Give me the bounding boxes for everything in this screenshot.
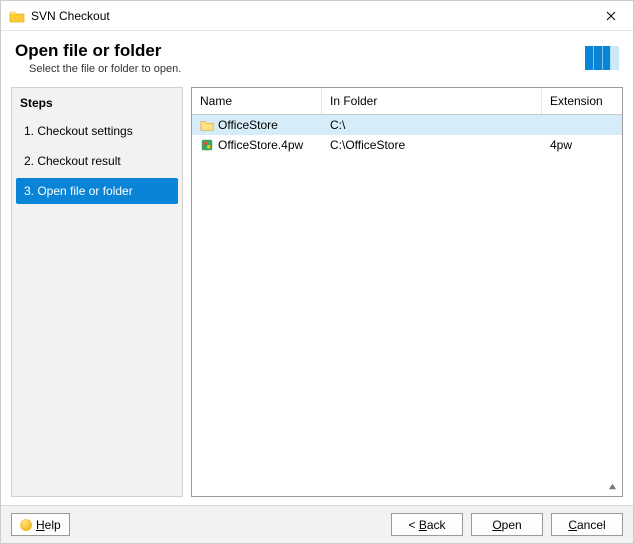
cancel-button[interactable]: Cancel (551, 513, 623, 536)
steps-sidebar: Steps 1. Checkout settings 2. Checkout r… (11, 87, 183, 497)
help-button-label-rest: elp (45, 518, 61, 532)
row-folder: C:\OfficeStore (322, 138, 542, 152)
app-folder-icon (9, 8, 25, 24)
page-title: Open file or folder (15, 41, 585, 61)
wizard-header-graphic (585, 46, 619, 70)
open-button[interactable]: Open (471, 513, 543, 536)
header: Open file or folder Select the file or f… (1, 31, 633, 87)
column-header-extension[interactable]: Extension (542, 88, 622, 114)
table-header: Name In Folder Extension (192, 88, 622, 115)
column-header-folder[interactable]: In Folder (322, 88, 542, 114)
row-name: OfficeStore (218, 118, 278, 132)
scroll-up-icon[interactable] (605, 479, 620, 494)
titlebar: SVN Checkout (1, 1, 633, 31)
file-list: Name In Folder Extension OfficeStore C:\ (191, 87, 623, 497)
step-open-file-or-folder[interactable]: 3. Open file or folder (16, 178, 178, 204)
file-icon (200, 138, 214, 152)
help-button-label-first: H (36, 518, 45, 532)
row-name: OfficeStore.4pw (218, 138, 303, 152)
column-header-name[interactable]: Name (192, 88, 322, 114)
row-folder: C:\ (322, 118, 542, 132)
row-ext: 4pw (542, 138, 622, 152)
help-icon (20, 519, 32, 531)
close-button[interactable] (588, 1, 633, 31)
help-button[interactable]: Help (11, 513, 70, 536)
footer: Help < Back Open Cancel (1, 505, 633, 543)
back-button[interactable]: < Back (391, 513, 463, 536)
folder-icon (200, 118, 214, 132)
step-checkout-settings[interactable]: 1. Checkout settings (16, 118, 178, 144)
window-title: SVN Checkout (31, 9, 588, 23)
step-checkout-result[interactable]: 2. Checkout result (16, 148, 178, 174)
table-row[interactable]: OfficeStore C:\ (192, 115, 622, 135)
page-subtitle: Select the file or folder to open. (15, 63, 585, 75)
steps-title: Steps (16, 94, 178, 118)
table-row[interactable]: OfficeStore.4pw C:\OfficeStore 4pw (192, 135, 622, 155)
